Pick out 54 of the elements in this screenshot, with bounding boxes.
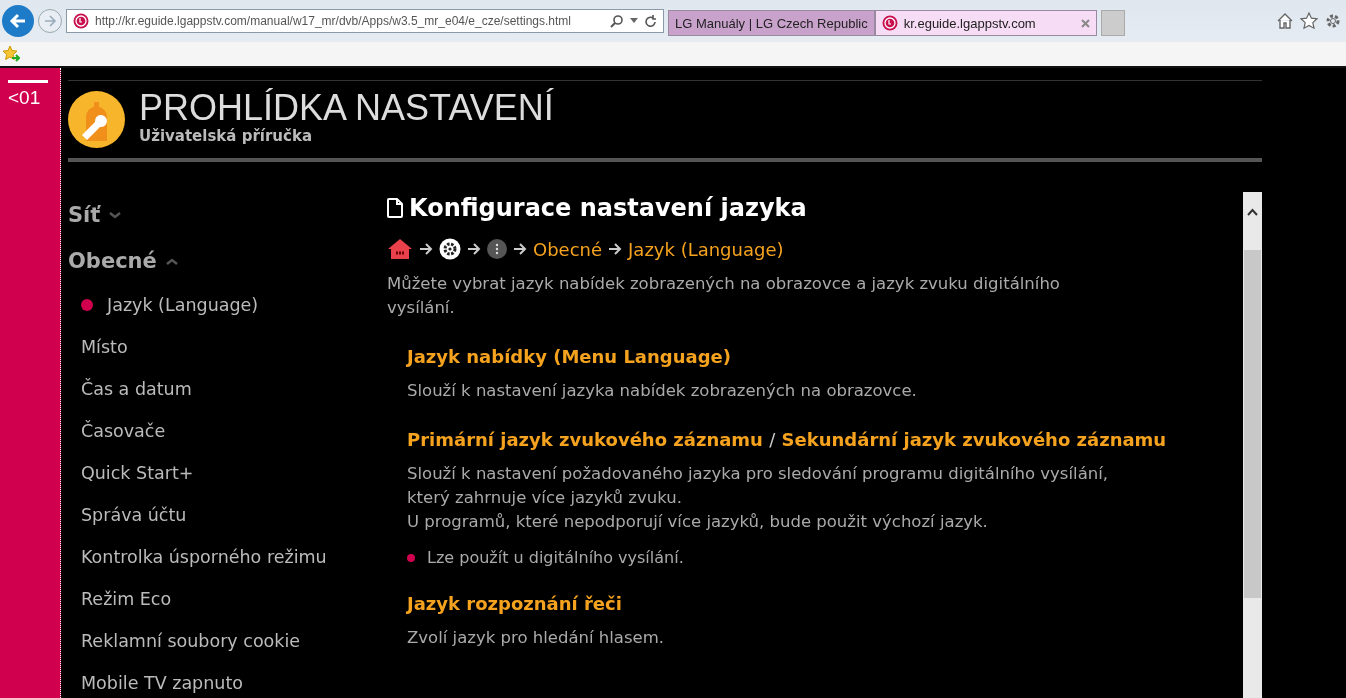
section-heading: Jazyk nabídky (Menu Language) — [407, 346, 732, 367]
sidebar-item[interactable]: Kontrolka úsporného režimu — [81, 547, 327, 567]
sidebar-item[interactable]: Místo — [81, 337, 128, 357]
bullet-text: Lze použít u digitálního vysílání. — [427, 548, 684, 567]
section-heading: Jazyk rozpoznání řeči — [407, 593, 623, 614]
scrollbar[interactable] — [1243, 192, 1262, 698]
settings-guide-logo-icon — [68, 91, 125, 148]
search-icon[interactable] — [610, 14, 624, 28]
section-text: Slouží k nastavení požadovaného jazyka pro sledování programu digitálního vysílání, který zahrnuje více jazyků zvuku. — [407, 463, 1110, 509]
address-field[interactable]: http://kr.eguide.lgappstv.com/manual/w17_mr/dvb/Apps/w3.5_mr_e04/e_cze/settings.html — [66, 9, 664, 33]
chevron-down-icon[interactable] — [108, 210, 123, 220]
sidebar-item[interactable]: Správa účtu — [81, 505, 187, 525]
chapter-link[interactable]: <01 — [8, 87, 41, 109]
lg-logo-icon — [881, 15, 898, 31]
chevron-up-icon[interactable] — [164, 256, 179, 266]
sidebar-item[interactable]: Čas a datum — [81, 379, 192, 399]
star-icon[interactable] — [1300, 12, 1318, 30]
intro-text: Můžete vybrat jazyk nabídek zobrazených na obrazovce a jazyk zvuku digitálního vysílání. — [387, 273, 1061, 319]
sidebar-section[interactable]: Síť — [68, 203, 101, 227]
sidebar-item[interactable]: Časovače — [81, 421, 166, 441]
caret-icon[interactable] — [630, 18, 638, 24]
section-text: Slouží k nastavení jazyka nabídek zobrazených na obrazovce. — [407, 380, 918, 402]
browser-tab[interactable]: LG Manuály | LG Czech Republic — [668, 10, 875, 36]
home-icon — [387, 238, 413, 260]
sidebar-item[interactable]: Režim Eco — [81, 589, 172, 609]
breadcrumb-link[interactable]: Jazyk (Language) — [628, 238, 784, 260]
page-subtitle: Uživatelská příručka — [139, 126, 314, 145]
arrow-icon — [467, 243, 481, 255]
bullet-dot — [407, 553, 415, 562]
arrow-icon — [608, 243, 623, 255]
scroll-up-icon[interactable] — [1247, 208, 1258, 216]
section-text: U programů, které nepodporují více jazyků, bude použit výchozí jazyk. — [407, 511, 989, 533]
more-options-icon — [487, 239, 507, 259]
sidebar-item[interactable]: Reklamní soubory cookie — [81, 631, 301, 651]
sidebar-item[interactable]: Quick Start+ — [81, 463, 194, 483]
page-title: PROHLÍDKA NASTAVENÍ — [139, 88, 554, 127]
arrow-icon — [419, 243, 433, 255]
close-icon[interactable] — [1080, 19, 1090, 28]
favorites-star-icon[interactable] — [2, 45, 20, 63]
lg-logo-icon — [73, 13, 89, 29]
article-title: Konfigurace nastavení jazyka — [409, 194, 807, 222]
document-icon — [387, 198, 403, 218]
browser-tab[interactable]: kr.eguide.lgappstv.com — [874, 10, 1097, 36]
sidebar-section[interactable]: Obecné — [68, 249, 157, 273]
section-text: Zvolí jazyk pro hledání hlasem. — [407, 627, 665, 649]
sidebar-item[interactable]: Mobile TV zapnuto — [81, 673, 243, 693]
back-button[interactable] — [2, 5, 34, 37]
breadcrumb-link[interactable]: Obecné — [533, 238, 603, 260]
arrow-icon — [513, 243, 527, 255]
arrow-left-icon[interactable] — [9, 12, 27, 30]
section-heading: Primární jazyk zvukového záznamu / Sekundární jazyk zvukového záznamu — [407, 429, 1168, 450]
sidebar-item[interactable]: Jazyk (Language) — [107, 295, 259, 315]
home-icon[interactable] — [1276, 12, 1294, 30]
refresh-icon[interactable] — [644, 14, 657, 28]
